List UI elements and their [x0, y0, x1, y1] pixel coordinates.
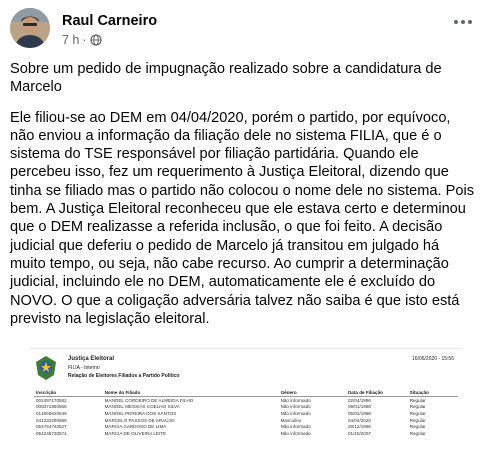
- cell: 002497170582: [36, 397, 67, 403]
- globe-icon: [89, 34, 102, 46]
- post-time[interactable]: 7 h: [62, 33, 79, 47]
- cell: Não informado: [280, 424, 311, 430]
- cell: Não informado: [280, 410, 311, 416]
- cell: MANOEL PEREIRA DOS SANTOS: [104, 410, 177, 416]
- cell: 008371880558: [36, 404, 67, 410]
- author-name[interactable]: Raul Carneiro: [62, 13, 157, 29]
- cell: Regular: [409, 404, 426, 410]
- cell: 29/12/1995: [347, 424, 371, 430]
- profile-photo: [10, 8, 50, 48]
- members-table: Inscrição Nome do Filiado Gênero Data de…: [34, 390, 458, 437]
- doc-report-title: Relação de Eleitores Filiados a Partido …: [68, 373, 180, 379]
- cell: 04/04/2020: [347, 417, 371, 423]
- cell: 014060620549: [36, 410, 67, 416]
- cell: 09/01/1986: [347, 404, 371, 410]
- table-row: 008371880558 MANOEL MESSIAS COELHO SILVA…: [34, 404, 458, 411]
- table-row: 014060620549 MANOEL PEREIRA DOS SANTOS N…: [34, 410, 458, 417]
- attached-document-image[interactable]: Justiça Eleitoral FILIA - Interno Relaçã…: [30, 348, 462, 453]
- doc-org: Justiça Eleitoral: [68, 356, 115, 362]
- cell: Não informado: [280, 404, 311, 410]
- cell: MARCELO PASSOS DE ARAÚJO: [104, 417, 175, 423]
- avatar[interactable]: [10, 8, 50, 48]
- post-paragraph-2: Ele filiou-se ao DEM em 04/04/2020, poré…: [10, 109, 475, 327]
- cell: Regular: [409, 430, 426, 436]
- cell: 01/10/2007: [347, 430, 371, 436]
- cell: Não informado: [280, 430, 311, 436]
- facebook-post: Raul Carneiro 7 h · Sobre um pedido de i…: [0, 0, 485, 453]
- meta-separator: ·: [82, 33, 87, 47]
- cell: Não informado: [280, 397, 311, 403]
- cell: MANOEL MESSIAS COELHO SILVA: [104, 404, 180, 410]
- cell: MARCIA DE OLIVEIRA LEITE: [104, 430, 167, 436]
- cell: 054754740527: [36, 424, 67, 430]
- cell: Regular: [409, 417, 426, 423]
- cell: 02/04/1990: [347, 397, 371, 403]
- doc-date: 16/06/2020 - 15:56: [412, 356, 454, 362]
- cell: 05/01/1988: [347, 410, 371, 416]
- cell: Regular: [409, 397, 426, 403]
- doc-system: FILIA - Interno: [68, 365, 100, 371]
- post-meta: 7 h ·: [62, 33, 102, 47]
- coat-of-arms-icon: [36, 356, 56, 380]
- table-row: 054754740527 MARCIA CARDOSO DE LIMA Não …: [34, 423, 458, 430]
- post-text: Sobre um pedido de impugnação realizado …: [10, 60, 478, 340]
- more-options-icon[interactable]: [451, 12, 475, 32]
- cell: Regular: [409, 424, 426, 430]
- table-row: 002497170582 MANOEL CORDEIRO DE ALMEIDA …: [34, 397, 458, 404]
- cell: MARCIA CARDOSO DE LIMA: [104, 424, 167, 430]
- image-crop-fade: [30, 439, 462, 453]
- cell: MANOEL CORDEIRO DE ALMEIDA FILHO: [104, 397, 194, 403]
- cell: Masculino: [280, 417, 302, 423]
- post-paragraph-1: Sobre um pedido de impugnação realizado …: [10, 61, 442, 96]
- table-row: 054248730574 MARCIA DE OLIVEIRA LEITE Nã…: [34, 430, 458, 437]
- cell: 054248730574: [36, 430, 67, 436]
- cell: Regular: [409, 410, 426, 416]
- table-row: 041232290688 MARCELO PASSOS DE ARAÚJO Ma…: [34, 417, 458, 424]
- cell: 041232290688: [36, 417, 67, 423]
- post-header: Raul Carneiro 7 h ·: [10, 8, 475, 52]
